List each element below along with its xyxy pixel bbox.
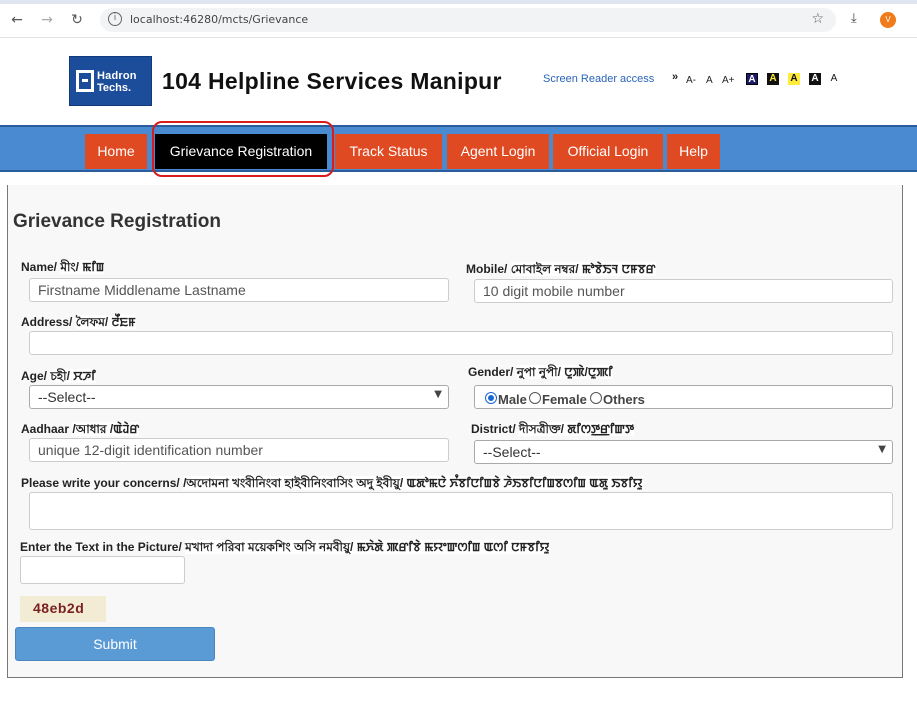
form-panel xyxy=(7,185,903,678)
logo-text-line2: Techs. xyxy=(97,82,132,94)
district-label-alt: দীসত্ৰীক্ত/ ꯗꯤꯁꯇ꯭ꯔꯤꯛꯇ xyxy=(519,422,635,436)
captcha-label-en: Enter the Text in the Picture/ xyxy=(20,540,182,554)
hadron-techs-logo: Hadron Techs. xyxy=(69,56,152,106)
font-decrease-button[interactable]: A- xyxy=(686,75,696,86)
mobile-label: Mobile/ মোবাইল নম্বর/ ꯃꯣꯕꯥꯏꯜ ꯅꯝꯕꯔ xyxy=(466,260,656,281)
captcha-label-alt: মখাদা পরিবা ময়েকশিং অসি নমবীয়ু/ ꯃꯈꯥꯗꯥ … xyxy=(185,540,550,554)
active-tab-highlight-ring xyxy=(152,121,334,177)
concerns-label-en: Please write your concerns/ xyxy=(21,476,180,490)
chevron-down-icon: ▼ xyxy=(434,389,442,400)
nav-help[interactable]: Help xyxy=(667,134,720,169)
age-label-alt: চহী/ ꯆꯍꯤ xyxy=(50,369,96,383)
contrast-dark-button[interactable]: A xyxy=(809,73,821,85)
logo-h-mark-icon xyxy=(76,70,94,92)
concerns-textarea[interactable] xyxy=(29,492,893,530)
address-bar[interactable]: i localhost:46280/mcts/Grievance ☆ xyxy=(100,8,836,32)
gender-option-others[interactable]: Others xyxy=(603,392,645,407)
chevron-down-icon: ▼ xyxy=(878,444,886,455)
font-increase-button[interactable]: A+ xyxy=(722,75,735,86)
browser-tab-strip xyxy=(0,0,917,4)
mobile-label-en: Mobile/ xyxy=(466,262,508,276)
name-label: Name/ মীং/ ꯃꯤꯡ xyxy=(21,258,105,279)
gender-option-female[interactable]: Female xyxy=(542,392,587,407)
captcha-input[interactable] xyxy=(20,556,185,584)
download-icon[interactable]: ⤓ xyxy=(851,11,857,26)
gender-radio-male[interactable] xyxy=(485,392,497,404)
nav-agent-login[interactable]: Agent Login xyxy=(447,134,549,169)
district-select-value: --Select-- xyxy=(483,444,541,460)
back-icon[interactable]: ← xyxy=(8,11,26,29)
name-label-en: Name/ xyxy=(21,260,58,274)
aadhaar-input[interactable]: unique 12-digit identification number xyxy=(29,438,449,462)
age-select[interactable]: --Select-- ▼ xyxy=(29,385,449,409)
reload-icon[interactable]: ↻ xyxy=(68,11,86,29)
mobile-label-alt: মোবাইল নম্বর/ ꯃꯣꯕꯥꯏꯜ ꯅꯝꯕꯔ xyxy=(510,262,656,276)
mobile-input[interactable]: 10 digit mobile number xyxy=(474,279,893,303)
address-label-en: Address/ xyxy=(21,315,73,329)
gender-radio-group: Male Female Others xyxy=(474,385,893,409)
site-title: 104 Helpline Services Manipur xyxy=(162,68,502,94)
concerns-label-alt: /অদোমনা খংবীনিংবা হাইবীনিংবাসিং অদু ইবীয… xyxy=(183,476,643,490)
forward-icon[interactable]: → xyxy=(38,11,56,29)
contrast-default-button[interactable]: A xyxy=(828,73,840,85)
district-select[interactable]: --Select-- ▼ xyxy=(474,440,893,464)
nav-home[interactable]: Home xyxy=(85,134,147,169)
address-input[interactable] xyxy=(29,331,893,355)
address-label-alt: লৈফম/ ꯂꯩꯐꯝ xyxy=(75,315,136,329)
url-text[interactable]: localhost:46280/mcts/Grievance xyxy=(130,13,308,26)
aadhaar-label-en: Aadhaar xyxy=(21,422,70,436)
form-title: Grievance Registration xyxy=(13,211,222,232)
site-info-icon[interactable]: i xyxy=(108,12,122,26)
district-label: District/ দীসত্ৰীক্ত/ ꯗꯤꯁꯇ꯭ꯔꯤꯛꯇ xyxy=(471,420,635,441)
screen-reader-access-link[interactable]: Screen Reader access xyxy=(543,73,654,85)
gender-radio-others[interactable] xyxy=(590,392,602,404)
gender-label-en: Gender/ xyxy=(468,365,514,379)
font-normal-button[interactable]: A xyxy=(706,75,713,86)
nav-track-status[interactable]: Track Status xyxy=(335,134,442,169)
captcha-image: 48eb2d xyxy=(20,596,106,622)
aadhaar-placeholder: unique 12-digit identification number xyxy=(38,442,263,458)
district-label-en: District/ xyxy=(471,422,516,436)
aadhaar-label-alt: /আধার /ꯑꯥꯙꯥꯔ xyxy=(72,422,140,436)
age-label-en: Age/ xyxy=(21,369,48,383)
screen-reader-arrow: » xyxy=(672,71,679,83)
gender-radio-female[interactable] xyxy=(529,392,541,404)
profile-avatar[interactable]: V xyxy=(880,12,896,28)
logo-text-line1: Hadron xyxy=(97,70,137,82)
mobile-placeholder: 10 digit mobile number xyxy=(483,283,625,299)
gender-option-male[interactable]: Male xyxy=(498,392,527,407)
contrast-yellow-button[interactable]: A xyxy=(788,73,800,85)
gender-label-alt: নুপা নুপী/ ꯅꯨꯄꯥ/ꯅꯨꯄꯤ xyxy=(516,365,613,379)
nav-official-login[interactable]: Official Login xyxy=(553,134,663,169)
submit-button[interactable]: Submit xyxy=(15,627,215,661)
name-input[interactable]: Firstname Middlename Lastname xyxy=(29,278,449,302)
contrast-black-yellow-button[interactable]: A xyxy=(767,73,779,85)
age-select-value: --Select-- xyxy=(38,389,96,405)
contrast-blue-button[interactable]: A xyxy=(746,73,758,85)
main-navbar: Home Grievance Registration Track Status… xyxy=(0,125,917,172)
browser-toolbar: ← → ↻ i localhost:46280/mcts/Grievance ☆… xyxy=(0,0,917,38)
name-placeholder: Firstname Middlename Lastname xyxy=(38,282,246,298)
bookmark-star-icon[interactable]: ☆ xyxy=(811,11,824,27)
gender-label: Gender/ নুপা নুপী/ ꯅꯨꯄꯥ/ꯅꯨꯄꯤ xyxy=(468,363,613,384)
name-label-alt: মীং/ ꯃꯤꯡ xyxy=(60,260,105,274)
